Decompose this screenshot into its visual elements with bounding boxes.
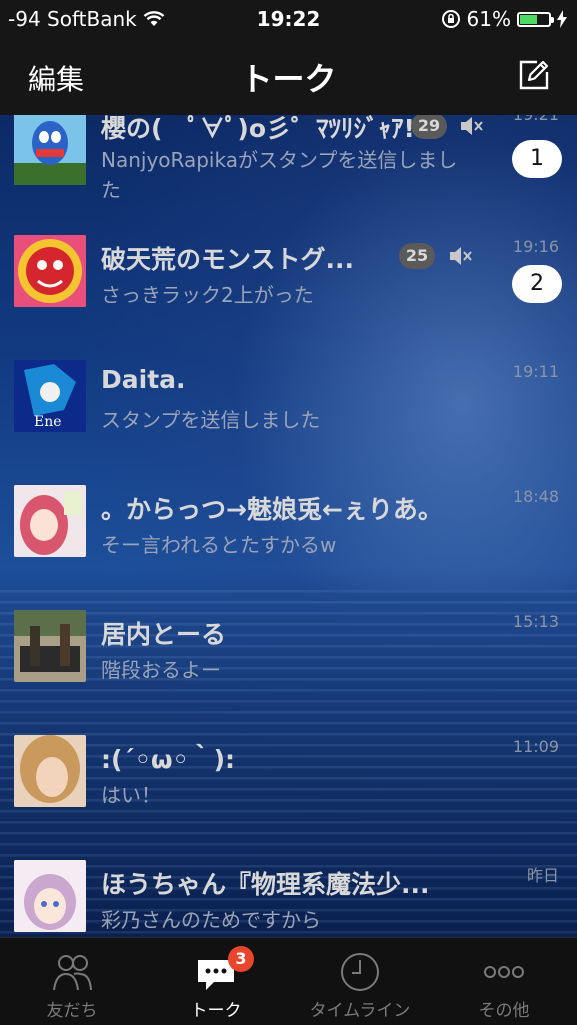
chat-message: 彩乃さんのためですから xyxy=(101,908,321,932)
chat-time: 11:09 xyxy=(512,737,559,756)
unread-badge: 1 xyxy=(512,140,562,178)
chat-time: 昨日 xyxy=(526,866,559,885)
chat-name: :(´◦ω◦｀): xyxy=(101,745,236,774)
battery-icon xyxy=(517,11,554,27)
tab-timeline[interactable]: タイムライン xyxy=(288,938,432,1025)
chat-row[interactable]: ほうちゃん『物理系魔法少... 彩乃さんのためですから 昨日 xyxy=(0,850,577,937)
avatar-image xyxy=(14,860,86,932)
chat-message: はい！ xyxy=(101,783,161,807)
chat-avatar xyxy=(14,860,86,932)
battery-tip xyxy=(551,16,554,23)
tab-more[interactable]: その他 xyxy=(432,938,576,1025)
tab-friends-label: 友だち xyxy=(46,1001,98,1021)
chat-message: 階段おるよー xyxy=(101,658,221,682)
chat-time: 18:48 xyxy=(512,487,559,506)
chat-time: 15:13 xyxy=(512,612,559,631)
tab-timeline-label: タイムライン xyxy=(309,1001,411,1021)
avatar-image: Ene xyxy=(14,360,86,432)
battery-level xyxy=(520,14,537,24)
chat-avatar xyxy=(14,115,86,185)
nav-bar: 編集 トーク xyxy=(0,38,577,115)
charging-icon xyxy=(557,10,567,28)
chat-message: スタンプを送信しました xyxy=(101,408,321,432)
chat-row[interactable]: 。からっつ→魅娘兎←ぇりあ。 そー言われるとたすかるw 18:48 xyxy=(0,475,577,597)
avatar-image xyxy=(14,235,86,307)
more-icon xyxy=(484,966,524,978)
compose-icon[interactable] xyxy=(517,58,551,92)
chat-name: ほうちゃん『物理系魔法少... xyxy=(101,870,430,899)
talk-badge: 3 xyxy=(228,946,254,972)
chat-name: Daita. xyxy=(101,365,186,394)
chat-name: 櫻の( ﾟ∀ﾟ)o彡゜ﾏﾂﾘｼﾞｬｱ! xyxy=(101,115,415,143)
chat-time: 19:16 xyxy=(512,237,559,256)
clock-icon xyxy=(341,953,379,991)
avatar-image xyxy=(14,735,86,807)
chat-message: そー言われるとたすかるw xyxy=(101,533,337,557)
avatar-image xyxy=(14,610,86,682)
chat-message: さっきラック2上がった xyxy=(101,283,314,307)
tab-friends[interactable]: 友だち xyxy=(0,938,144,1025)
mute-icon xyxy=(450,247,472,265)
rotation-lock-icon xyxy=(441,10,460,28)
tab-talk-label: トーク xyxy=(190,1001,242,1021)
chat-row[interactable]: Ene Daita. スタンプを送信しました 19:11 xyxy=(0,350,577,472)
chat-time: 19:11 xyxy=(512,362,559,381)
chat-name: 。からっつ→魅娘兎←ぇりあ。 xyxy=(101,495,443,524)
tab-more-label: その他 xyxy=(478,1001,530,1021)
chat-row[interactable]: 居内とーる 階段おるよー 15:13 xyxy=(0,600,577,722)
tab-bar: 友だち 3 トーク タイムライン その他 xyxy=(0,937,577,1025)
chat-list[interactable]: 櫻の( ﾟ∀ﾟ)o彡゜ﾏﾂﾘｼﾞｬｱ! 29 NanjyoRapikaがスタンプ… xyxy=(0,115,577,937)
chat-avatar: Ene xyxy=(14,360,86,432)
unread-badge: 2 xyxy=(512,265,562,303)
chat-name: 居内とーる xyxy=(101,620,227,649)
avatar-image xyxy=(14,115,86,185)
status-bar: -94 SoftBank 19:22 61% xyxy=(0,0,577,38)
battery-percent: 61% xyxy=(466,7,511,31)
chat-row[interactable]: 櫻の( ﾟ∀ﾟ)o彡゜ﾏﾂﾘｼﾞｬｱ! 29 NanjyoRapikaがスタンプ… xyxy=(0,115,577,227)
chat-message: NanjyoRapikaがスタンプを送信しました xyxy=(101,148,458,202)
chat-avatar xyxy=(14,610,86,682)
chat-row[interactable]: 破天荒のモンストグ... 25 さっきラック2上がった 19:16 2 xyxy=(0,225,577,347)
chat-time: 19:21 xyxy=(513,115,559,124)
chat-name: 破天荒のモンストグ... xyxy=(101,245,354,274)
svg-text:Ene: Ene xyxy=(34,414,62,430)
avatar-image xyxy=(14,485,86,557)
chat-avatar xyxy=(14,485,86,557)
member-count: 25 xyxy=(399,243,435,269)
chat-avatar xyxy=(14,235,86,307)
chat-row[interactable]: :(´◦ω◦｀): はい！ 11:09 xyxy=(0,725,577,847)
status-right: 61% xyxy=(441,7,567,31)
member-count: 29 xyxy=(411,115,447,139)
chat-avatar xyxy=(14,735,86,807)
friends-icon xyxy=(53,955,92,991)
mute-icon xyxy=(461,117,483,135)
page-title: トーク xyxy=(240,60,337,98)
tab-talk[interactable]: 3 トーク xyxy=(144,938,288,1025)
